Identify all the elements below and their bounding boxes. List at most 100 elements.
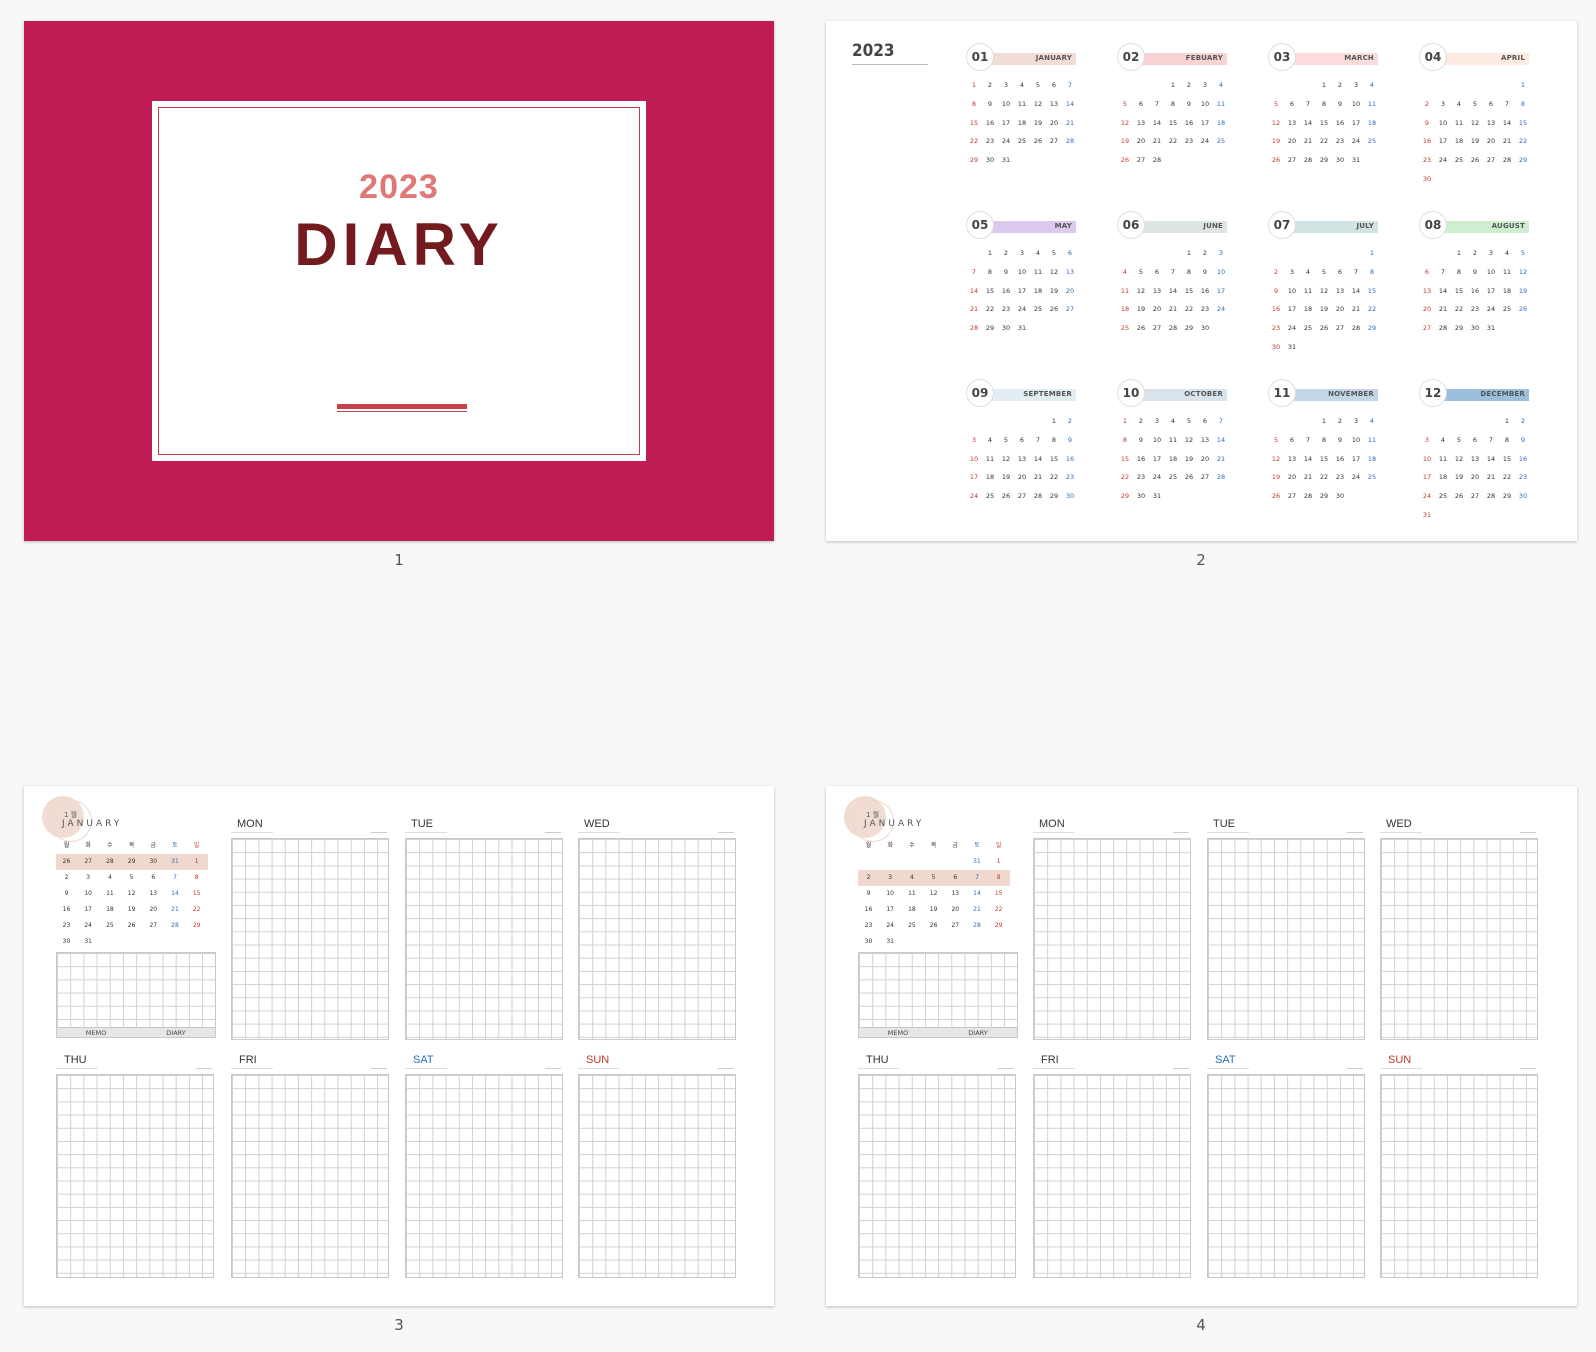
mini-calendar-day[interactable]: 25 <box>901 922 922 929</box>
mini-calendar-day[interactable]: 30 <box>56 938 77 945</box>
mini-weekday-header: 금 <box>952 842 959 849</box>
mini-calendar-day[interactable]: 5 <box>923 874 944 881</box>
mini-calendar-day[interactable]: 21 <box>165 906 186 913</box>
calendar-day: 2 <box>1138 417 1144 425</box>
day-grid-thu[interactable] <box>56 1074 214 1278</box>
mini-calendar-day[interactable]: 30 <box>858 938 879 945</box>
mini-calendar-day[interactable]: 28 <box>99 858 120 865</box>
mini-calendar-day[interactable]: 8 <box>988 874 1009 881</box>
memo-grid[interactable] <box>56 952 216 1030</box>
mini-calendar-day[interactable]: 28 <box>165 922 186 929</box>
mini-calendar-day[interactable]: 19 <box>121 906 142 913</box>
mini-calendar-day[interactable]: 2 <box>858 874 879 881</box>
weekly-slide[interactable]: 1 월 JANUARY 월 화 수 목 금 토 일 26 27 28 29 30 31 1 2 3 4 5 6 7 8 9 10… <box>24 786 774 1306</box>
day-grid-tue[interactable] <box>405 838 563 1040</box>
mini-calendar-day[interactable]: 9 <box>858 890 879 897</box>
mini-calendar-day[interactable]: 20 <box>143 906 164 913</box>
mini-calendar-day[interactable]: 29 <box>121 858 142 865</box>
mini-calendar-day[interactable]: 20 <box>945 906 966 913</box>
mini-calendar-day[interactable]: 14 <box>165 890 186 897</box>
calendar-day: 16 <box>1200 286 1210 295</box>
day-grid-thu[interactable] <box>858 1074 1016 1278</box>
mini-calendar-day[interactable]: 31 <box>967 858 988 865</box>
calendar-day: 14 <box>1351 286 1361 295</box>
cover-slide[interactable]: 2023 DIARY <box>24 21 774 541</box>
mini-calendar-day[interactable]: 23 <box>858 922 879 929</box>
mini-calendar-day[interactable]: 17 <box>78 906 99 913</box>
mini-calendar-day[interactable]: 4 <box>99 874 120 881</box>
mini-calendar-day[interactable]: 1 <box>186 858 207 865</box>
calendar-day: 17 <box>1200 118 1210 127</box>
mini-calendar-day[interactable]: 28 <box>967 922 988 929</box>
mini-calendar-day[interactable]: 22 <box>988 906 1009 913</box>
mini-calendar-day[interactable]: 30 <box>143 858 164 865</box>
memo-tab[interactable]: MEMO <box>56 1029 136 1037</box>
mini-calendar-day[interactable]: 13 <box>945 890 966 897</box>
day-grid-tue[interactable] <box>1207 838 1365 1040</box>
mini-calendar-day[interactable]: 6 <box>945 874 966 881</box>
mini-calendar-day[interactable]: 29 <box>988 922 1009 929</box>
mini-calendar-day[interactable]: 25 <box>99 922 120 929</box>
year-calendar-slide[interactable]: 2023 JANUARY 01 1 2 3 4 5 6 7 8 9 10 11 12 13 14 15 16 17 1… <box>826 21 1577 541</box>
mini-calendar-day[interactable]: 19 <box>923 906 944 913</box>
mini-calendar-day[interactable]: 5 <box>121 874 142 881</box>
mini-calendar-day[interactable]: 2 <box>56 874 77 881</box>
mini-calendar-day[interactable]: 31 <box>880 938 901 945</box>
mini-calendar-day[interactable]: 11 <box>99 890 120 897</box>
mini-calendar-day[interactable]: 31 <box>78 938 99 945</box>
day-grid-mon[interactable] <box>1033 838 1191 1040</box>
diary-tab[interactable]: DIARY <box>136 1029 216 1037</box>
mini-calendar-day[interactable]: 7 <box>165 874 186 881</box>
mini-calendar-day[interactable]: 10 <box>880 890 901 897</box>
mini-calendar-day[interactable]: 18 <box>901 906 922 913</box>
mini-calendar-day[interactable]: 12 <box>923 890 944 897</box>
mini-calendar-day[interactable]: 16 <box>858 906 879 913</box>
day-grid-sat[interactable] <box>405 1074 563 1278</box>
mini-calendar-day[interactable]: 1 <box>988 858 1009 865</box>
mini-calendar-day[interactable]: 12 <box>121 890 142 897</box>
mini-calendar-day[interactable]: 8 <box>186 874 207 881</box>
memo-tab[interactable]: MEMO <box>858 1029 938 1037</box>
mini-calendar-day[interactable]: 14 <box>967 890 988 897</box>
mini-calendar-day[interactable]: 22 <box>186 906 207 913</box>
mini-calendar-day[interactable]: 16 <box>56 906 77 913</box>
day-grid-fri[interactable] <box>231 1074 389 1278</box>
memo-grid[interactable] <box>858 952 1018 1030</box>
day-grid-wed[interactable] <box>1380 838 1538 1040</box>
mini-calendar-day[interactable]: 11 <box>901 890 922 897</box>
mini-calendar-day[interactable]: 6 <box>143 874 164 881</box>
calendar-day: 22 <box>1049 473 1059 482</box>
mini-calendar-day[interactable]: 24 <box>78 922 99 929</box>
calendar-day: 20 <box>1200 454 1210 463</box>
mini-calendar-day[interactable]: 24 <box>880 922 901 929</box>
mini-calendar-day[interactable]: 26 <box>923 922 944 929</box>
mini-calendar-day[interactable]: 27 <box>143 922 164 929</box>
mini-calendar-day[interactable]: 7 <box>967 874 988 881</box>
day-grid-sun[interactable] <box>578 1074 736 1278</box>
diary-tab[interactable]: DIARY <box>938 1029 1018 1037</box>
mini-calendar-day[interactable]: 15 <box>988 890 1009 897</box>
mini-calendar-day[interactable]: 3 <box>78 874 99 881</box>
day-grid-fri[interactable] <box>1033 1074 1191 1278</box>
mini-calendar-day[interactable]: 21 <box>967 906 988 913</box>
mini-calendar-day[interactable]: 18 <box>99 906 120 913</box>
day-grid-sat[interactable] <box>1207 1074 1365 1278</box>
mini-calendar-day[interactable]: 4 <box>901 874 922 881</box>
mini-calendar-day[interactable]: 26 <box>121 922 142 929</box>
mini-calendar-day[interactable]: 10 <box>78 890 99 897</box>
day-grid-wed[interactable] <box>578 838 736 1040</box>
day-grid-mon[interactable] <box>231 838 389 1040</box>
weekly-slide[interactable]: 1 월 JANUARY 월 화 수 목 금 토 일 31 1 2 3 4 5 6 7 8 9 10 11 12 13 14 15… <box>826 786 1577 1306</box>
mini-calendar-day[interactable]: 31 <box>165 858 186 865</box>
mini-calendar-day[interactable]: 23 <box>56 922 77 929</box>
mini-calendar-day[interactable]: 26 <box>56 858 77 865</box>
mini-calendar-day[interactable]: 15 <box>186 890 207 897</box>
mini-calendar-day[interactable]: 17 <box>880 906 901 913</box>
mini-calendar-day[interactable]: 27 <box>78 858 99 865</box>
mini-calendar-day[interactable]: 9 <box>56 890 77 897</box>
mini-calendar-day[interactable]: 29 <box>186 922 207 929</box>
mini-calendar-day[interactable]: 27 <box>945 922 966 929</box>
day-grid-sun[interactable] <box>1380 1074 1538 1278</box>
mini-calendar-day[interactable]: 13 <box>143 890 164 897</box>
mini-calendar-day[interactable]: 3 <box>880 874 901 881</box>
